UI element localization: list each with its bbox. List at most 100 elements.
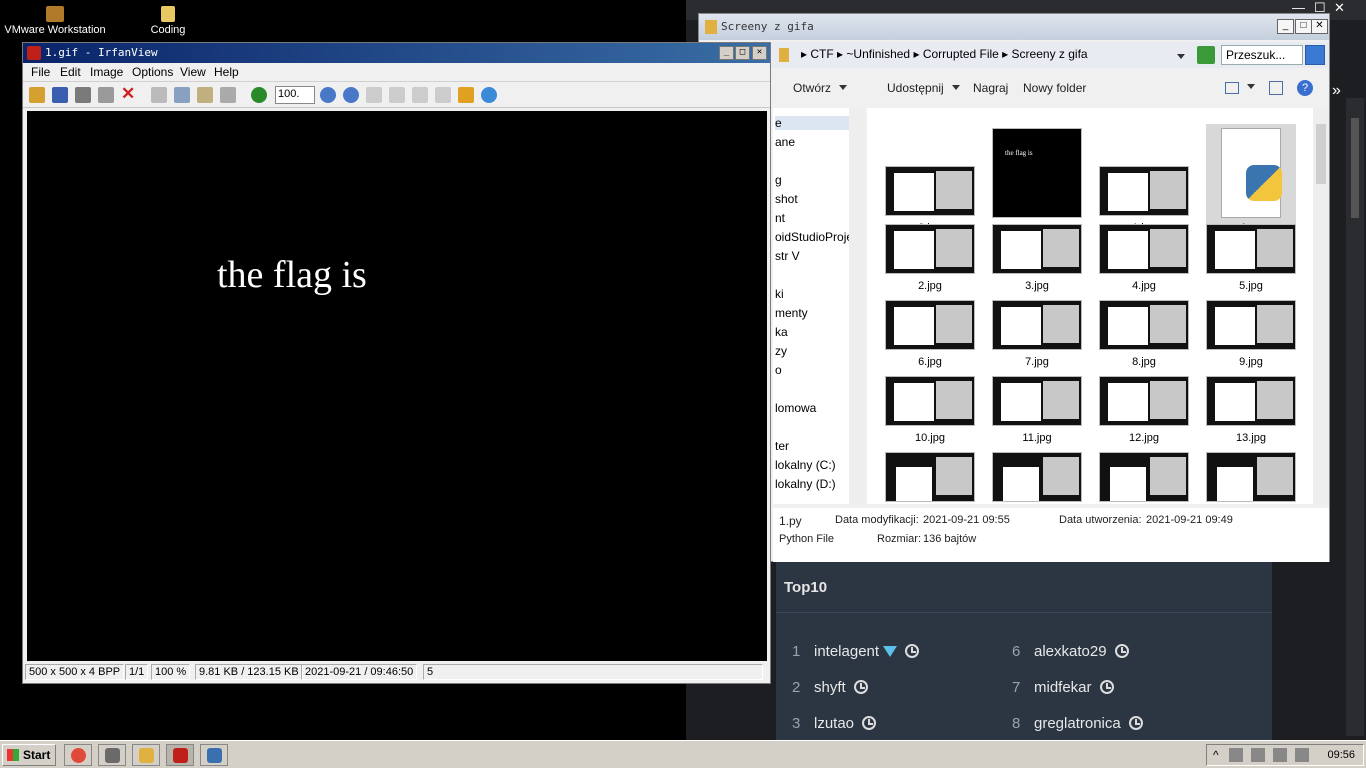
info-icon[interactable] bbox=[251, 87, 267, 103]
file-thumbnail[interactable] bbox=[1099, 452, 1189, 504]
signal-icon[interactable] bbox=[1251, 748, 1265, 762]
nav-item[interactable]: zy bbox=[775, 344, 851, 358]
view-icon[interactable] bbox=[1225, 82, 1239, 94]
clock[interactable]: 09:56 bbox=[1327, 749, 1355, 761]
print-icon[interactable] bbox=[98, 87, 114, 103]
maximize-button[interactable]: □ bbox=[1295, 19, 1312, 34]
nav-item[interactable]: e bbox=[775, 116, 851, 130]
preview-pane-icon[interactable] bbox=[1269, 81, 1283, 95]
delete-icon[interactable]: ✕ bbox=[121, 85, 137, 103]
file-thumbnail[interactable]: 6.jpg bbox=[885, 300, 975, 368]
arrow-down-icon[interactable] bbox=[435, 87, 451, 103]
nav-item[interactable]: ka bbox=[775, 325, 851, 339]
menu-file[interactable]: File bbox=[31, 65, 50, 79]
undo-icon[interactable] bbox=[220, 87, 236, 103]
help-icon[interactable]: ? bbox=[1297, 80, 1313, 96]
taskbar-app[interactable] bbox=[98, 744, 126, 766]
breadcrumb-item[interactable]: ~Unfinished bbox=[846, 47, 910, 61]
close-button[interactable]: ✕ bbox=[752, 46, 767, 60]
breadcrumb-item[interactable]: Corrupted File bbox=[923, 47, 999, 61]
file-thumbnail[interactable]: 3.jpg bbox=[992, 224, 1082, 292]
tray-expand-icon[interactable]: ^ bbox=[1213, 748, 1219, 762]
thumbnails-icon[interactable] bbox=[52, 87, 68, 103]
top10-entry[interactable]: 1 intelagent bbox=[792, 643, 920, 660]
breadcrumb[interactable]: ▸ CTF ▸ ~Unfinished ▸ Corrupted File ▸ S… bbox=[801, 47, 1088, 61]
paste-icon[interactable] bbox=[197, 87, 213, 103]
top10-entry[interactable]: 3 lzutao bbox=[792, 715, 877, 732]
scrollbar-thumb[interactable] bbox=[1351, 118, 1359, 218]
zoom-in-icon[interactable] bbox=[320, 87, 336, 103]
nav-item[interactable]: nt bbox=[775, 211, 851, 225]
file-thumbnail[interactable]: the flag is1.gif bbox=[992, 128, 1082, 236]
file-thumbnail[interactable]: 2.jpg bbox=[885, 224, 975, 292]
browser-overflow-chevron[interactable]: » bbox=[1332, 82, 1341, 100]
nav-item[interactable]: ane bbox=[775, 135, 851, 149]
top10-entry[interactable]: 2 shyft bbox=[792, 679, 868, 696]
menu-edit[interactable]: Edit bbox=[60, 65, 81, 79]
nav-item[interactable]: lomowa bbox=[775, 401, 851, 415]
save-icon[interactable] bbox=[75, 87, 91, 103]
file-thumbnail[interactable]: 8.jpg bbox=[1099, 300, 1189, 368]
address-bar[interactable]: ▸ CTF ▸ ~Unfinished ▸ Corrupted File ▸ S… bbox=[699, 42, 1329, 68]
chevron-down-icon[interactable] bbox=[1177, 50, 1185, 64]
file-thumbnail[interactable]: 13.jpg bbox=[1206, 376, 1296, 444]
minimize-button[interactable]: _ bbox=[719, 46, 734, 60]
rank-name[interactable]: intelagent bbox=[814, 643, 879, 660]
desktop-icon-coding[interactable]: Coding bbox=[138, 6, 198, 36]
search-icon[interactable] bbox=[1305, 45, 1325, 65]
network-icon[interactable] bbox=[1229, 748, 1243, 762]
top10-entry[interactable]: 7 midfekar bbox=[1012, 679, 1114, 696]
grid-scrollbar[interactable] bbox=[1313, 108, 1329, 504]
arrow-up-icon[interactable] bbox=[412, 87, 428, 103]
copy-icon[interactable] bbox=[174, 87, 190, 103]
rank-name[interactable]: midfekar bbox=[1034, 679, 1092, 696]
zoom-out-icon[interactable] bbox=[343, 87, 359, 103]
start-button[interactable]: Start bbox=[2, 744, 56, 766]
arrow-right-icon[interactable] bbox=[389, 87, 405, 103]
file-thumbnail[interactable]: 7.jpg bbox=[992, 300, 1082, 368]
menu-help[interactable]: Help bbox=[214, 65, 239, 79]
taskbar-irfanview[interactable] bbox=[166, 744, 194, 766]
share-button[interactable]: Udostępnij bbox=[887, 81, 960, 95]
nav-item[interactable]: ki bbox=[775, 287, 851, 301]
maximize-button[interactable]: □ bbox=[735, 46, 750, 60]
nav-item[interactable]: ter bbox=[775, 439, 851, 453]
top10-entry[interactable]: 8 greglatronica bbox=[1012, 715, 1143, 732]
open-button[interactable]: Otwórz bbox=[793, 81, 848, 95]
rank-name[interactable]: lzutao bbox=[814, 715, 854, 732]
taskbar-explorer[interactable] bbox=[132, 744, 160, 766]
search-input[interactable]: Przeszuk... bbox=[1221, 45, 1303, 65]
action-center-icon[interactable] bbox=[1295, 748, 1309, 762]
nav-item[interactable]: menty bbox=[775, 306, 851, 320]
menu-options[interactable]: Options bbox=[132, 65, 173, 79]
irfanview-titlebar[interactable]: 1.gif - IrfanView _ □ ✕ bbox=[23, 43, 770, 63]
file-thumbnail[interactable]: 5.jpg bbox=[1206, 224, 1296, 292]
new-folder-button[interactable]: Nowy folder bbox=[1023, 81, 1086, 95]
nav-item[interactable]: oidStudioProjec bbox=[775, 230, 851, 244]
nav-item[interactable]: g bbox=[775, 173, 851, 187]
zoom-select[interactable]: 100. bbox=[275, 86, 315, 104]
file-thumbnail[interactable]: 1.py bbox=[1206, 124, 1296, 234]
file-thumbnail[interactable]: 9.jpg bbox=[1206, 300, 1296, 368]
rank-name[interactable]: shyft bbox=[814, 679, 846, 696]
scrollbar-thumb[interactable] bbox=[1316, 124, 1326, 184]
file-thumbnail[interactable]: 4.jpg bbox=[1099, 224, 1189, 292]
nav-item[interactable]: lokalny (D:) bbox=[775, 477, 851, 491]
file-thumbnail[interactable] bbox=[1206, 452, 1296, 504]
rank-name[interactable]: greglatronica bbox=[1034, 715, 1121, 732]
browser-scrollbar[interactable] bbox=[1346, 98, 1364, 736]
burn-button[interactable]: Nagraj bbox=[973, 81, 1008, 95]
chevron-down-icon[interactable] bbox=[1247, 80, 1255, 94]
nav-item[interactable]: shot bbox=[775, 192, 851, 206]
rank-name[interactable]: alexkato29 bbox=[1034, 643, 1107, 660]
help-icon[interactable] bbox=[481, 87, 497, 103]
breadcrumb-item[interactable]: Screeny z gifa bbox=[1012, 47, 1088, 61]
nav-item[interactable]: lokalny (C:) bbox=[775, 458, 851, 472]
cut-icon[interactable] bbox=[151, 87, 167, 103]
breadcrumb-item[interactable]: CTF bbox=[810, 47, 833, 61]
explorer-titlebar[interactable]: Screeny z gifa _ □ ✕ bbox=[699, 14, 1329, 40]
taskbar-remote[interactable] bbox=[200, 744, 228, 766]
file-thumbnail[interactable]: 11.jpg bbox=[992, 376, 1082, 444]
nav-scrollbar[interactable] bbox=[849, 108, 865, 504]
nav-item[interactable]: o bbox=[775, 363, 851, 377]
